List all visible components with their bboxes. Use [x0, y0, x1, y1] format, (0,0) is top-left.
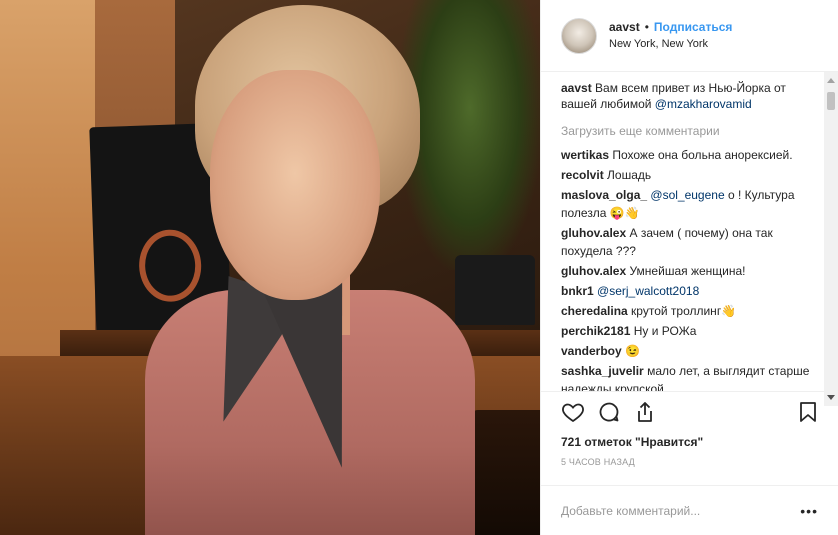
comment-username[interactable]: sashka_juvelir [561, 364, 644, 378]
caption-mention[interactable]: @mzakharovamid [655, 97, 752, 111]
comment-row: cheredalina крутой троллинг👋 [561, 302, 814, 320]
username-link[interactable]: aavst [609, 19, 640, 36]
comment-row: vanderboy 😉 [561, 342, 814, 360]
comment-username[interactable]: maslova_olga_ [561, 188, 647, 202]
avatar[interactable] [561, 17, 597, 54]
comment-mention[interactable]: @serj_walcott2018 [594, 284, 699, 298]
comment-username[interactable]: vanderboy [561, 344, 622, 358]
comment-input[interactable] [561, 503, 801, 518]
photo-pot [455, 255, 535, 325]
more-options-icon[interactable]: ••• [800, 503, 818, 519]
comment-row: gluhov.alex А зачем ( почему) она так по… [561, 224, 814, 260]
follow-button[interactable]: Подписаться [654, 19, 732, 36]
share-button[interactable] [631, 398, 659, 426]
comment-row: bnkr1 @serj_walcott2018 [561, 282, 814, 300]
header-info: aavst • Подписаться New York, New York [609, 19, 732, 53]
comment-username[interactable]: gluhov.alex [561, 264, 626, 278]
photo-person-face [210, 70, 380, 300]
post-photo[interactable] [0, 0, 540, 535]
scrollbar[interactable] [824, 72, 838, 406]
comment-username[interactable]: gluhov.alex [561, 226, 626, 240]
photo-plant [400, 0, 540, 270]
post-header: aavst • Подписаться New York, New York [541, 0, 838, 72]
comment-row: recolvit Лошадь [561, 166, 814, 184]
comment-username[interactable]: wertikas [561, 148, 609, 162]
comment-text: Умнейшая женщина! [626, 264, 746, 278]
comment-username[interactable]: recolvit [561, 168, 604, 182]
comment-username[interactable]: bnkr1 [561, 284, 594, 298]
caption-username[interactable]: aavst [561, 81, 592, 95]
comment-mention[interactable]: @sol_eugene [647, 188, 724, 202]
post-side-panel: aavst • Подписаться New York, New York a… [540, 0, 838, 535]
comment-text: 😉 [621, 344, 640, 358]
caption: aavst Вам всем привет из Нью-Йорка от ва… [561, 80, 814, 112]
comment-row: wertikas Похоже она больна анорексией. [561, 146, 814, 164]
post-timestamp[interactable]: 5 ЧАСОВ НАЗАД [541, 453, 838, 471]
comment-row: maslova_olga_ @sol_eugene о ! Культура п… [561, 186, 814, 222]
comment-button[interactable] [595, 398, 623, 426]
add-comment-bar: ••• [541, 485, 838, 535]
comment-row: sashka_juvelir мало лет, а выглядит стар… [561, 362, 814, 391]
comment-text: крутой троллинг👋 [627, 304, 737, 318]
comment-row: perchik2181 Ну и РОЖа [561, 322, 814, 340]
bookmark-icon [800, 401, 816, 422]
save-button[interactable] [794, 398, 822, 426]
comments-list[interactable]: aavst Вам всем привет из Нью-Йорка от ва… [541, 72, 838, 391]
comment-text: Лошадь [603, 168, 652, 182]
comment-text: Похоже она больна анорексией. [609, 148, 793, 162]
comment-username[interactable]: cheredalina [561, 304, 628, 318]
comment-icon [599, 402, 619, 421]
comment-username[interactable]: perchik2181 [561, 324, 630, 338]
load-more-comments-button[interactable]: Загрузить еще комментарии [561, 124, 814, 138]
action-bar [541, 391, 838, 431]
comment-text: Ну и РОЖа [630, 324, 697, 338]
like-button[interactable] [559, 398, 587, 426]
post-dialog: aavst • Подписаться New York, New York a… [0, 0, 838, 535]
comment-container: wertikas Похоже она больна анорексией. re… [561, 146, 814, 391]
separator-dot: • [644, 19, 649, 34]
likes-count[interactable]: 721 отметок "Нравится" [541, 431, 838, 453]
heart-icon [562, 403, 584, 422]
share-icon [638, 401, 652, 422]
scrollbar-thumb[interactable] [827, 92, 835, 110]
photo-chair [470, 410, 540, 535]
location-link[interactable]: New York, New York [609, 36, 732, 53]
scroll-up-arrow-icon[interactable] [827, 78, 835, 83]
comment-row: gluhov.alex Умнейшая женщина! [561, 262, 814, 280]
scroll-down-arrow-icon[interactable] [827, 395, 835, 400]
